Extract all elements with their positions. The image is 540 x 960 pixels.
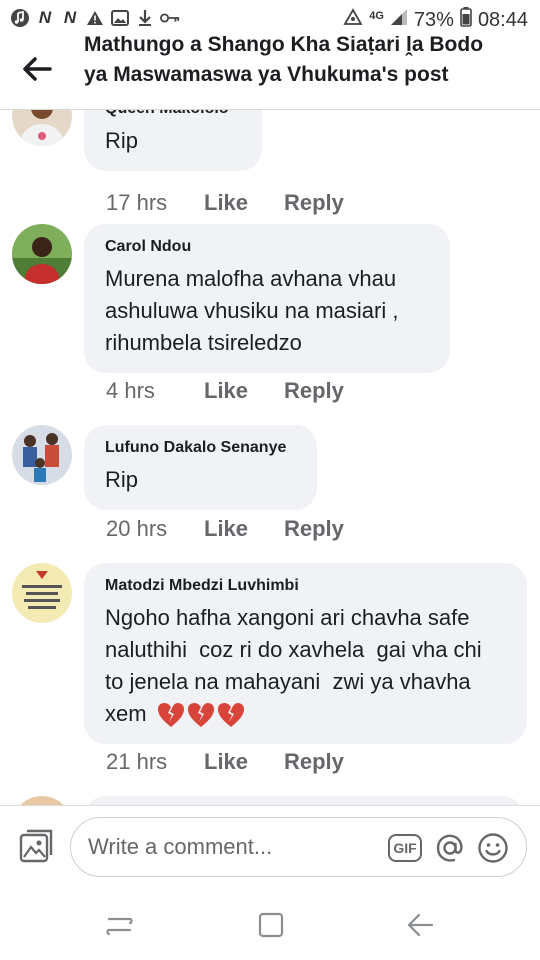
broken-heart-icon [157, 703, 184, 728]
back-nav-icon [407, 913, 434, 937]
clock: 08:44 [477, 8, 528, 31]
comment-bubble[interactable]: Lufuno Dakalo Senanye Rip [84, 425, 317, 510]
download-icon [135, 8, 155, 28]
comment-time: 21 hrs [106, 749, 168, 774]
broken-heart-icon [187, 703, 214, 728]
reply-button[interactable]: Reply [284, 749, 344, 775]
reply-button[interactable]: Reply [284, 516, 344, 542]
warning-icon [85, 8, 105, 28]
avatar[interactable] [12, 110, 72, 146]
commenter-name[interactable]: Matodzi Mbedzi Luvhimbi [105, 576, 506, 596]
broken-heart-icon [217, 703, 244, 728]
comment-time: 4 hrs [106, 378, 155, 403]
commenter-name[interactable]: Carol Ndou [105, 237, 429, 257]
comment-text: Rip [105, 467, 139, 492]
back-button[interactable] [20, 54, 54, 84]
comment-text: Murena malofha avhana vhau ashuluwa vhus… [105, 266, 405, 355]
comment-bubble[interactable] [84, 796, 524, 805]
like-button[interactable]: Like [204, 190, 284, 216]
recent-apps-icon [106, 917, 133, 936]
home-button[interactable] [256, 911, 286, 939]
comment-actions: 4 hrs Like Reply [106, 378, 344, 404]
comment-time: 20 hrs [106, 516, 168, 541]
hotspot-icon [343, 8, 363, 32]
comment-actions: 17 hrs Like Reply [106, 190, 344, 216]
key-icon [160, 8, 180, 28]
gif-button[interactable]: GIF [388, 834, 422, 862]
photo-button[interactable] [18, 828, 54, 864]
reply-button[interactable]: Reply [284, 190, 344, 216]
comments-list[interactable]: Queen Makololo Rip 17 hrs Like Reply Car… [0, 110, 540, 805]
avatar[interactable] [12, 224, 72, 284]
avatar[interactable] [12, 796, 72, 805]
smiley-icon [478, 833, 508, 863]
back-arrow-icon [23, 57, 52, 81]
comment-input[interactable]: Write a comment... GIF [70, 817, 527, 877]
comment-bubble[interactable]: Carol Ndou Murena malofha avhana vhau as… [84, 224, 450, 373]
music-notification-icon [10, 8, 30, 28]
signal-icon [390, 8, 408, 32]
notification-icons: N N [10, 8, 180, 28]
photo-icon [19, 829, 53, 863]
back-nav-button[interactable] [405, 911, 435, 939]
system-navigation-bar [0, 889, 540, 960]
image-notification-icon [110, 8, 130, 28]
emoji-button[interactable] [477, 832, 509, 864]
broken-heart-emoji [157, 702, 245, 728]
reply-button[interactable]: Reply [284, 378, 344, 404]
battery-percent: 73% [413, 8, 454, 31]
comment-actions: 20 hrs Like Reply [106, 516, 344, 542]
n-notification-icon-2: N [63, 8, 77, 27]
like-button[interactable]: Like [204, 378, 284, 404]
commenter-name[interactable]: Queen Makololo [105, 110, 241, 119]
battery-icon [460, 7, 472, 33]
page-title: Mathungo a Shango Kha Siaṭari ḽa Bodo ya… [84, 36, 484, 86]
home-icon [258, 912, 284, 938]
comment-time: 17 hrs [106, 190, 168, 215]
n-notification-icon: N [38, 8, 52, 27]
comment-composer: Write a comment... GIF [0, 805, 540, 889]
network-type: 4G [369, 10, 384, 22]
status-bar: N N 4G 73% 08:44 [0, 0, 540, 36]
post-header: Mathungo a Shango Kha Siaṭari ḽa Bodo ya… [0, 36, 540, 110]
comment-bubble[interactable]: Matodzi Mbedzi Luvhimbi Ngoho hafha xang… [84, 563, 527, 744]
comment-bubble[interactable]: Queen Makololo Rip [84, 110, 262, 171]
at-sign-icon [436, 834, 463, 862]
commenter-name[interactable]: Lufuno Dakalo Senanye [105, 438, 296, 458]
comment-text: Ngoho hafha xangoni ari chavha safe nalu… [105, 602, 506, 730]
mention-button[interactable] [434, 832, 466, 864]
avatar[interactable] [12, 425, 72, 485]
comment-input-placeholder: Write a comment... [88, 834, 273, 859]
like-button[interactable]: Like [204, 749, 284, 775]
like-button[interactable]: Like [204, 516, 284, 542]
comment-text: Rip [105, 128, 139, 153]
system-status: 4G 73% 08:44 [343, 7, 528, 33]
recent-apps-button[interactable] [105, 911, 135, 939]
comment-actions: 21 hrs Like Reply [106, 749, 344, 775]
avatar[interactable] [12, 563, 72, 623]
